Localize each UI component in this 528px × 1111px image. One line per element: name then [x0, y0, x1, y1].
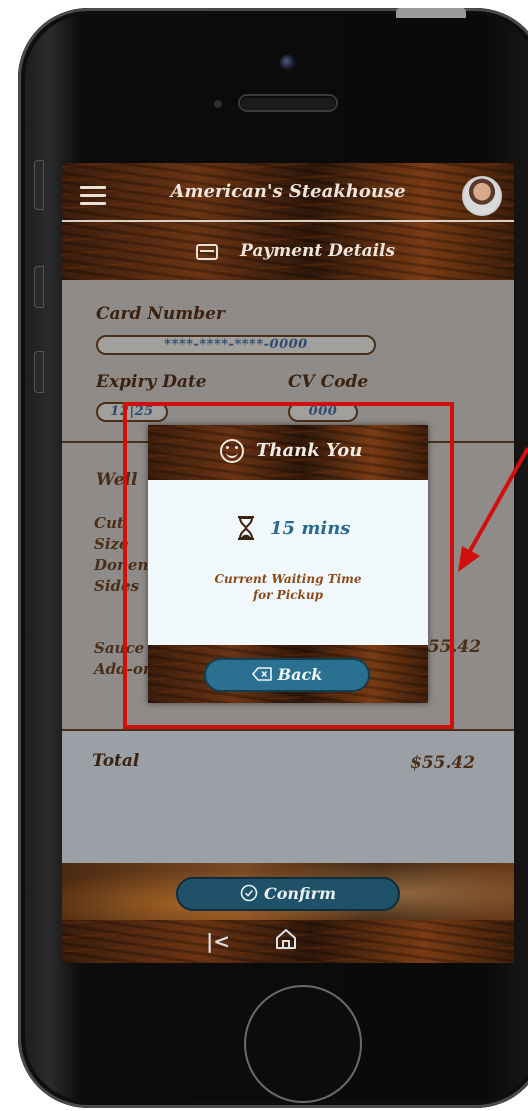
volume-up-button	[34, 266, 44, 308]
order-detail-cut: Cut	[94, 514, 124, 532]
mute-switch	[34, 160, 44, 210]
expiry-date-label: Expiry Date	[96, 372, 207, 392]
app-title: American's Steakhouse	[170, 181, 406, 202]
cvv-label: CV Code	[288, 372, 369, 392]
check-circle-icon	[240, 884, 258, 902]
nav-back-icon[interactable]: |<	[206, 929, 230, 953]
confirm-button[interactable]: Confirm	[176, 877, 400, 911]
proximity-sensor	[214, 100, 222, 108]
credit-card-icon	[196, 244, 218, 260]
app-header: American's Steakhouse	[62, 163, 514, 220]
highlight-box	[123, 402, 454, 729]
home-button[interactable]	[244, 985, 362, 1103]
total-label: Total	[92, 751, 140, 771]
home-icon[interactable]	[274, 927, 298, 951]
front-camera	[280, 55, 296, 71]
annotation-arrow-icon	[458, 447, 528, 572]
earpiece-speaker	[240, 96, 336, 110]
card-number-field[interactable]: ****-****-****-0000	[96, 335, 376, 355]
total-value: $55.42	[410, 753, 476, 773]
card-number-label: Card Number	[96, 304, 225, 324]
avatar[interactable]	[462, 176, 502, 216]
confirm-label: Confirm	[263, 884, 337, 903]
volume-down-button	[34, 351, 44, 393]
power-button	[396, 8, 466, 18]
page-title: Payment Details	[240, 241, 396, 261]
total-divider	[62, 729, 514, 731]
